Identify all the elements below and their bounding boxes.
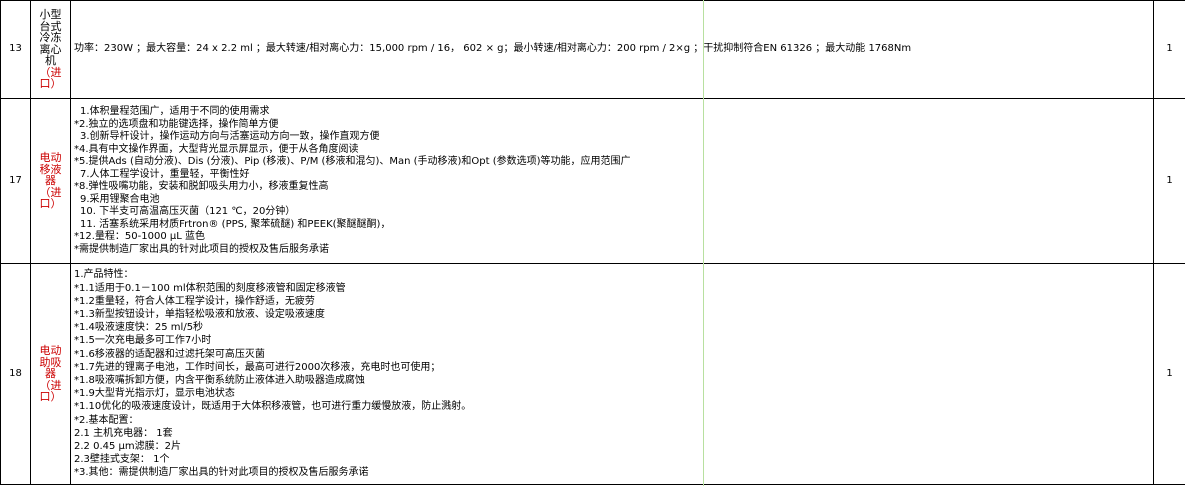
qty-cell: 1 xyxy=(1153,98,1185,264)
spec-line: *1.1适用于0.1－100 ml体积范围的刻度移液管和固定移液管 xyxy=(74,282,346,294)
spec-line: 1.产品特性： xyxy=(74,269,134,281)
spec-line: *5.提供Ads (自动分液)、Dis (分液)、Pip (移液)、P/M (移… xyxy=(74,156,631,167)
item-name-cell: 电动 移液 器 （进 口） xyxy=(30,98,71,264)
spec-line: 功率：230W ；最大容量：24 x 2.2 ml ；最大转速/相对离心力：15… xyxy=(74,43,912,55)
import-label-line: 口） xyxy=(39,390,62,404)
row-index-cell: 13 xyxy=(0,0,31,99)
table-row: 13 小型 台式 冷冻 离心 机 （进 口） 功率：230W ；最大容量：24 … xyxy=(0,0,1185,99)
spec-line: *1.8吸液嘴拆卸方便，内含平衡系统防止液体进入助吸器造成腐蚀 xyxy=(74,375,365,386)
spec-line: *3.其他：需提供制造厂家出具的针对此项目的授权及售后服务承诺 xyxy=(74,467,369,479)
spec-line: *1.2重量轻，符合人体工程学设计，操作舒适，无疲劳 xyxy=(74,295,315,307)
spec-line: 2.3壁挂式支架： 1个 xyxy=(74,454,170,466)
qty-value: 1 xyxy=(1166,367,1173,379)
column-guide-line xyxy=(703,0,704,486)
spec-line: 1.体积量程范围广，适用于不同的使用需求 xyxy=(80,106,270,117)
spec-line: *2.基本配置： xyxy=(74,414,139,426)
qty-cell: 1 xyxy=(1153,0,1185,99)
spec-line: 10. 下半支可高温高压灭菌（121 ℃，20分钟） xyxy=(80,206,296,217)
spec-line: 11. 活塞系统采用材质Frtron® (PPS, 聚苯硫醚) 和PEEK(聚醚… xyxy=(80,218,391,230)
qty-value: 1 xyxy=(1166,43,1173,55)
spec-line: *1.4吸液速度快：25 ml/5秒 xyxy=(74,322,204,334)
spec-cell: 1.产品特性： *1.1适用于0.1－100 ml体积范围的刻度移液管和固定移液… xyxy=(70,263,1154,485)
spec-line: 7.人体工程学设计，重量轻，平衡性好 xyxy=(80,168,250,180)
row-index: 17 xyxy=(9,174,22,186)
spec-line: 2.2 0.45 μm滤膜：2片 xyxy=(74,441,181,453)
spec-line: *1.5一次充电最多可工作7小时 xyxy=(74,335,212,347)
spec-line: *8.弹性吸嘴功能，安装和脱卸吸头用力小，移液重复性高 xyxy=(74,181,329,192)
equipment-spec-table: 13 小型 台式 冷冻 离心 机 （进 口） 功率：230W ；最大容量：24 … xyxy=(0,0,1185,485)
spec-line: 9.采用锂聚合电池 xyxy=(80,193,160,205)
qty-value: 1 xyxy=(1166,174,1173,186)
spec-line: *2.独立的选项盘和功能键选择，操作简单方便 xyxy=(74,118,279,130)
import-label-line: 口） xyxy=(39,77,62,91)
row-index: 18 xyxy=(9,367,22,379)
row-index-cell: 18 xyxy=(0,263,31,485)
spec-line: *1.6移液器的适配器和过滤托架可高压灭菌 xyxy=(74,348,265,360)
spec-line: *1.9大型背光指示灯，显示电池状态 xyxy=(74,388,235,400)
table-row: 17 电动 移液 器 （进 口） 1.体积量程范围广，适用于不同的使用需求 *2… xyxy=(0,98,1185,264)
item-name-cell: 电动 助吸 器 （进 口） xyxy=(30,263,71,485)
spec-line: *12.量程：50-1000 μL 蓝色 xyxy=(74,231,205,242)
row-index-cell: 17 xyxy=(0,98,31,264)
spec-line: 2.1 主机充电器： 1套 xyxy=(74,427,173,439)
spec-line: 3.创新导杆设计，操作运动方向与活塞运动方向一致，操作直观方便 xyxy=(80,131,380,142)
spec-sheet: 13 小型 台式 冷冻 离心 机 （进 口） 功率：230W ；最大容量：24 … xyxy=(0,0,1185,486)
row-index: 13 xyxy=(9,43,22,55)
table-row: 18 电动 助吸 器 （进 口） 1.产品特性： *1.1适用于0.1－100 … xyxy=(0,263,1185,485)
spec-line: *4.具有中文操作界面，大型背光显示屏显示，便于从各角度阅读 xyxy=(74,143,359,155)
item-name-cell: 小型 台式 冷冻 离心 机 （进 口） xyxy=(30,0,71,99)
spec-line: *1.10优化的吸液速度设计，既适用于大体积移液管，也可进行重力缓慢放液，防止溅… xyxy=(74,401,472,413)
spec-line: *1.3新型按钮设计，单指轻松吸液和放液、设定吸液速度 xyxy=(74,308,325,320)
spec-cell: 功率：230W ；最大容量：24 x 2.2 ml ；最大转速/相对离心力：15… xyxy=(70,0,1154,99)
spec-cell: 1.体积量程范围广，适用于不同的使用需求 *2.独立的选项盘和功能键选择，操作简… xyxy=(70,98,1154,264)
import-label-line: 口） xyxy=(39,197,62,211)
qty-cell: 1 xyxy=(1153,263,1185,485)
spec-line: *需提供制造厂家出具的针对此项目的授权及售后服务承诺 xyxy=(74,243,329,255)
spec-line: *1.7先进的锂离子电池，工作时间长，最高可进行2000次移液，充电时也可使用； xyxy=(74,361,441,373)
